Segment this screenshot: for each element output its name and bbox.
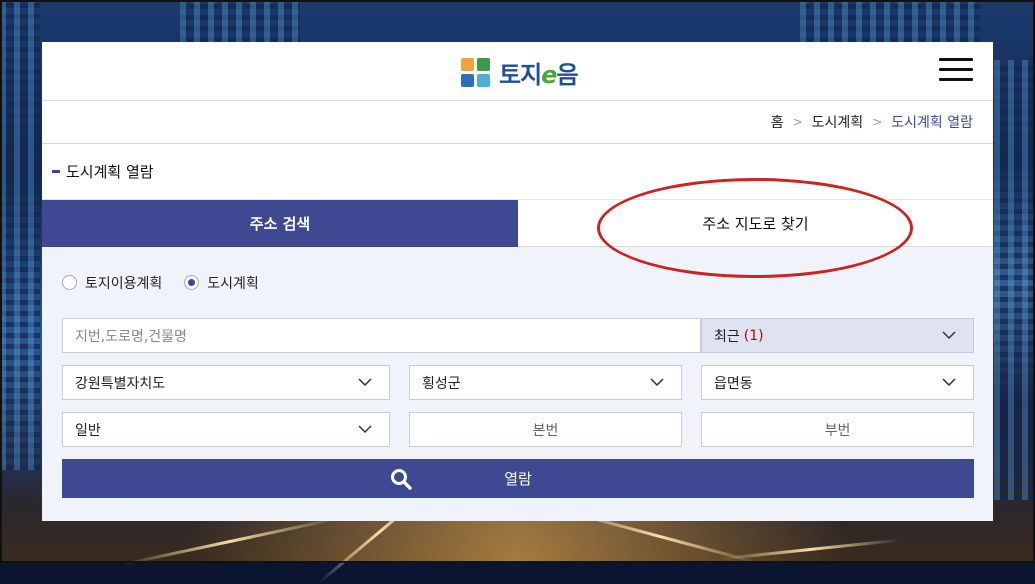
eupmyeondong-select[interactable]: 읍면동 — [701, 365, 974, 400]
search-tabs: 주소 검색 주소 지도로 찾기 — [42, 200, 993, 247]
radio-circle-checked-icon — [184, 275, 200, 290]
keyword-search-row: 지번,도로명,건물명 최근 (1) — [62, 318, 974, 353]
sub-lot-number-placeholder: 부번 — [824, 422, 851, 439]
chevron-down-icon — [358, 425, 372, 434]
page-title: 도시계획 열람 — [66, 163, 154, 181]
sub-lot-number-input[interactable]: 부번 — [701, 412, 974, 447]
background-building — [0, 0, 40, 470]
title-bullet-icon — [52, 170, 60, 173]
page-title-row: 도시계획 열람 — [42, 144, 993, 200]
background-building — [800, 0, 980, 42]
sido-select[interactable]: 강원특별자치도 — [62, 365, 390, 400]
plan-type-radio-group: 토지이용계획 도시계획 — [62, 247, 974, 318]
lot-type-value: 일반 — [75, 422, 101, 439]
logo-mark-icon — [461, 57, 491, 88]
lot-type-select[interactable]: 일반 — [62, 412, 390, 447]
radio-label: 토지이용계획 — [85, 275, 163, 292]
view-button[interactable]: 열람 — [62, 459, 974, 498]
chevron-right-icon: > — [792, 115, 803, 129]
sido-value: 강원특별자치도 — [75, 375, 166, 392]
breadcrumb: 홈 > 도시계획 > 도시계획 열람 — [42, 101, 993, 144]
hamburger-menu-icon[interactable] — [939, 58, 973, 82]
background-building — [180, 0, 300, 42]
address-select-row: 강원특별자치도 횡성군 읍면동 — [62, 365, 974, 400]
lot-number-row: 일반 본번 부번 — [62, 412, 974, 447]
logo-text: 토지e음 — [499, 61, 579, 89]
radio-circle-icon — [62, 275, 77, 290]
radio-label: 도시계획 — [207, 275, 259, 292]
chevron-down-icon — [358, 378, 372, 387]
recent-searches-dropdown[interactable]: 최근 (1) — [701, 318, 974, 353]
radio-land-use-plan[interactable]: 토지이용계획 — [62, 273, 162, 293]
sigungu-value: 횡성군 — [422, 375, 461, 392]
chevron-down-icon — [942, 378, 956, 387]
tab-address-map-search[interactable]: 주소 지도로 찾기 — [518, 200, 993, 247]
background-building — [994, 60, 1035, 500]
tab-address-search[interactable]: 주소 검색 — [42, 200, 518, 247]
eupmyeondong-value: 읍면동 — [714, 375, 753, 392]
view-button-label: 열람 — [504, 470, 532, 488]
main-panel: 토지e음 홈 > 도시계획 > 도시계획 열람 도시계획 열람 주소 검색 주소… — [42, 42, 993, 521]
chevron-down-icon — [942, 331, 956, 340]
search-icon — [391, 469, 412, 490]
breadcrumb-urban-plan[interactable]: 도시계획 — [812, 112, 864, 132]
breadcrumb-home[interactable]: 홈 — [771, 112, 784, 132]
breadcrumb-current[interactable]: 도시계획 열람 — [891, 112, 973, 132]
keyword-search-input[interactable]: 지번,도로명,건물명 — [62, 318, 701, 353]
main-lot-number-placeholder: 본번 — [532, 422, 559, 439]
recent-count: (1) — [743, 327, 764, 344]
sigungu-select[interactable]: 횡성군 — [409, 365, 682, 400]
keyword-search-placeholder: 지번,도로명,건물명 — [75, 328, 187, 345]
main-lot-number-input[interactable]: 본번 — [409, 412, 682, 447]
recent-label: 최근 — [714, 328, 740, 345]
search-form: 토지이용계획 도시계획 지번,도로명,건물명 최근 (1) 강원특별자치도 횡성… — [42, 247, 993, 521]
chevron-down-icon — [650, 378, 664, 387]
site-header: 토지e음 — [42, 42, 993, 101]
light-streak — [122, 517, 338, 566]
radio-urban-plan[interactable]: 도시계획 — [184, 273, 259, 293]
chevron-right-icon: > — [872, 115, 883, 129]
site-logo[interactable]: 토지e음 — [461, 55, 579, 90]
light-streak — [720, 538, 900, 561]
